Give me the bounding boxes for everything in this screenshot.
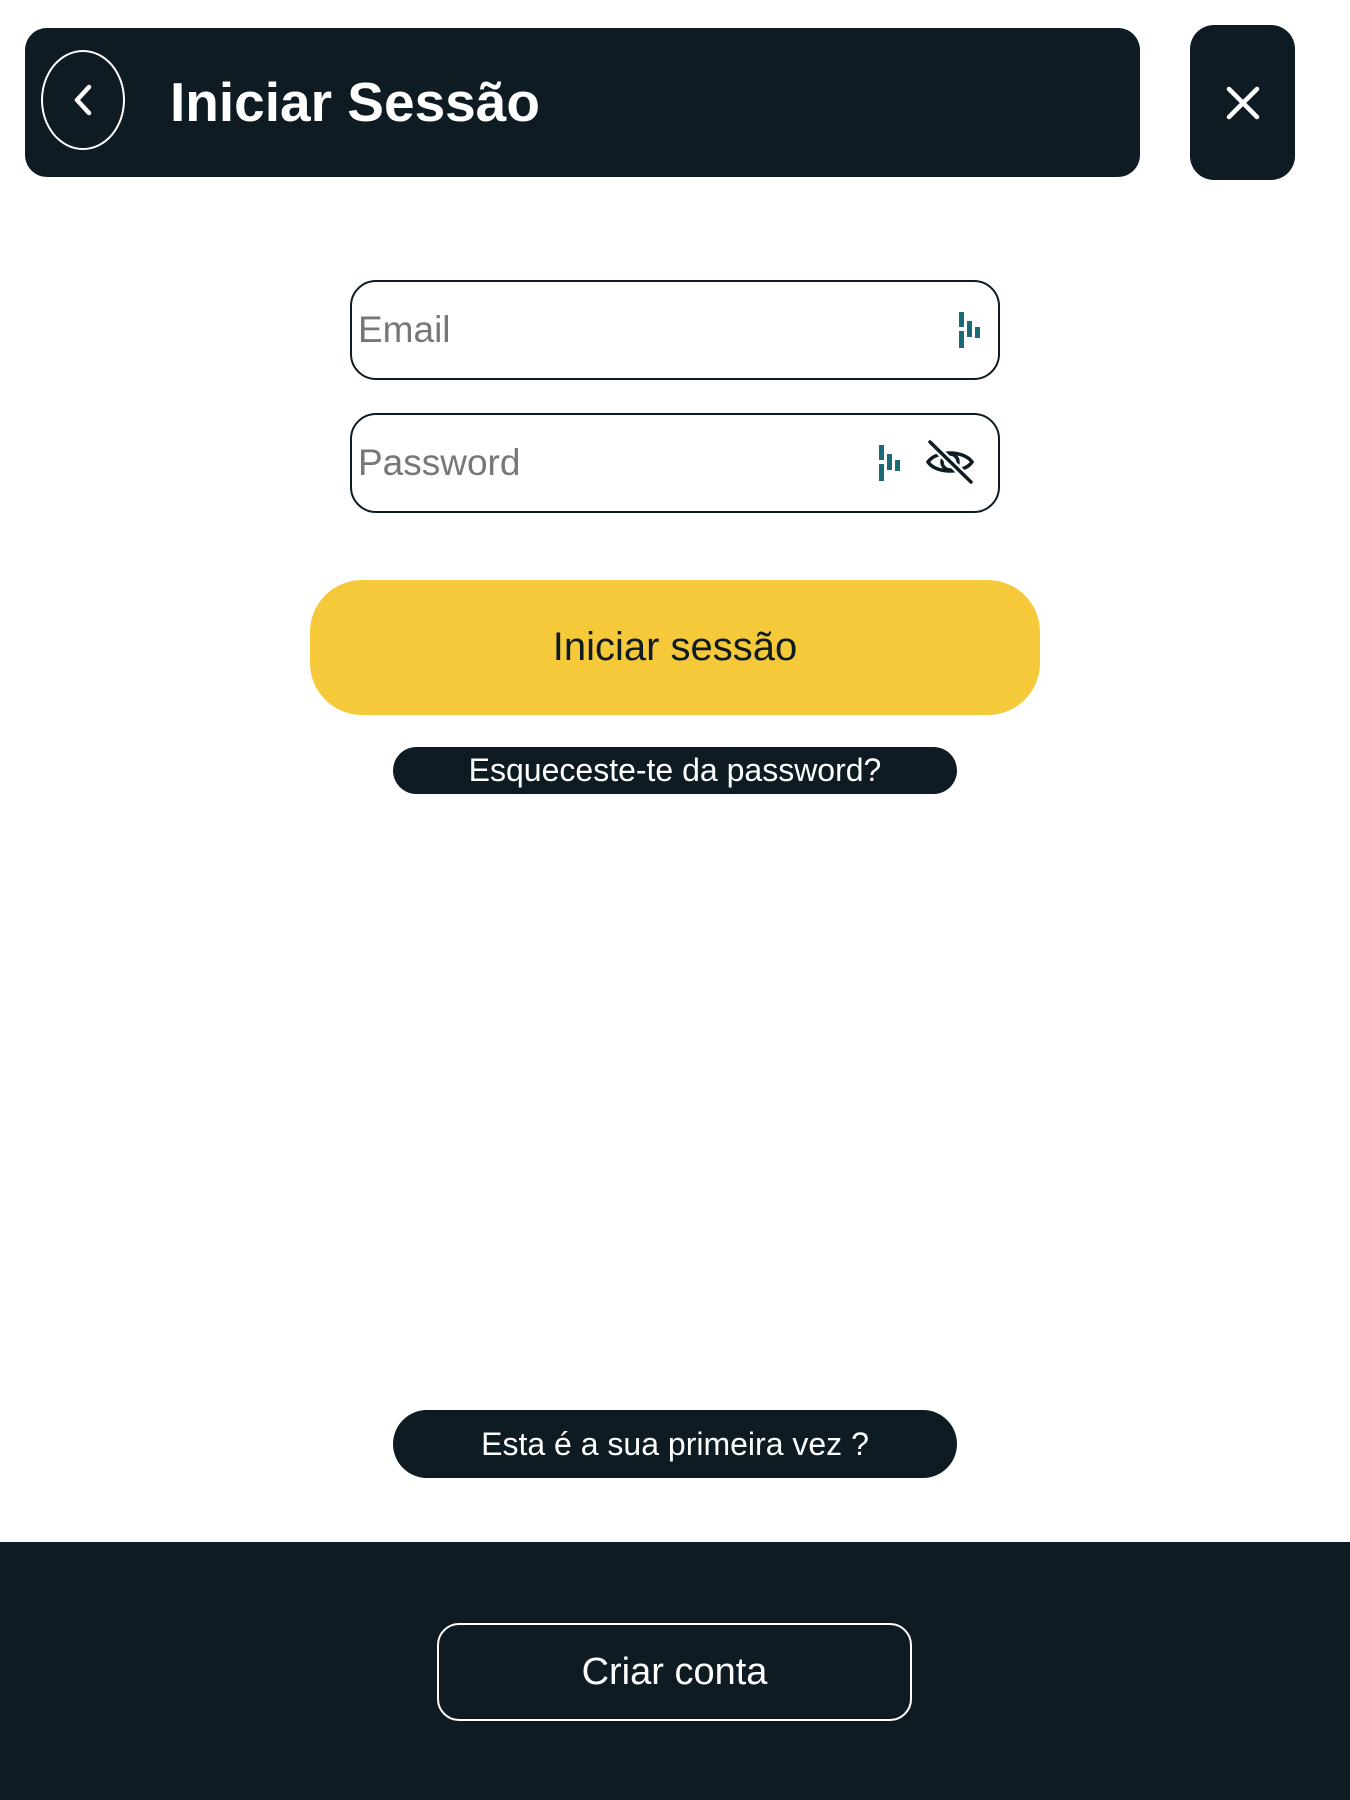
eye-off-icon[interactable]: [923, 439, 977, 485]
header-bar: Iniciar Sessão: [25, 28, 1140, 177]
password-input[interactable]: [358, 415, 838, 511]
first-time-label: Esta é a sua primeira vez ?: [393, 1410, 957, 1478]
password-manager-icon[interactable]: [956, 312, 986, 348]
close-icon: [1225, 85, 1261, 121]
create-account-button[interactable]: Criar conta: [437, 1623, 912, 1721]
page-title: Iniciar Sessão: [170, 71, 540, 133]
chevron-left-icon: [70, 82, 96, 118]
email-input[interactable]: [358, 282, 918, 378]
back-button[interactable]: [41, 50, 125, 150]
close-button[interactable]: [1190, 25, 1295, 180]
footer-bar: Criar conta: [0, 1542, 1350, 1800]
forgot-password-link[interactable]: Esqueceste-te da password?: [393, 747, 957, 794]
password-field[interactable]: [350, 413, 1000, 513]
password-manager-icon[interactable]: [876, 445, 906, 481]
login-button[interactable]: Iniciar sessão: [310, 580, 1040, 715]
email-field[interactable]: [350, 280, 1000, 380]
